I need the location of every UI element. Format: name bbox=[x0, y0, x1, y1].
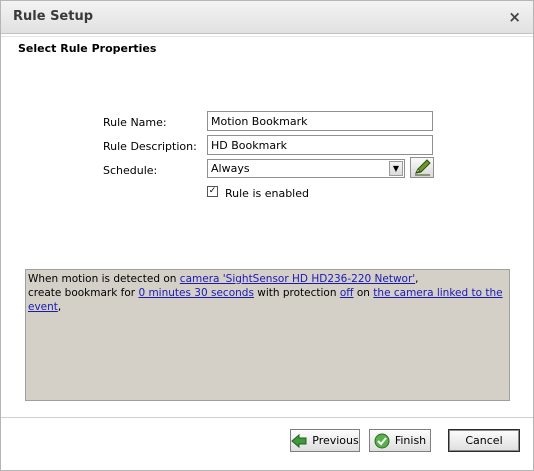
summary-text: on bbox=[353, 287, 374, 299]
previous-button[interactable]: Previous bbox=[290, 429, 360, 452]
schedule-selected-value: Always bbox=[211, 162, 250, 175]
summary-text: , bbox=[415, 273, 419, 285]
cancel-label: Cancel bbox=[465, 434, 503, 447]
check-circle-icon bbox=[374, 433, 390, 448]
close-icon[interactable]: × bbox=[508, 9, 521, 25]
rule-description-input[interactable] bbox=[207, 135, 433, 155]
rule-enabled-label: Rule is enabled bbox=[225, 187, 309, 200]
rule-name-input[interactable] bbox=[207, 111, 433, 131]
pencil-icon bbox=[415, 159, 431, 176]
finish-label: Finish bbox=[394, 434, 427, 447]
divider bbox=[1, 36, 533, 37]
schedule-select[interactable]: Always ▼ bbox=[207, 159, 405, 178]
rule-enabled-checkbox[interactable]: ✓ bbox=[207, 186, 218, 197]
divider bbox=[1, 417, 533, 418]
schedule-label: Schedule: bbox=[103, 164, 158, 177]
rule-summary-panel: When motion is detected on camera 'Sight… bbox=[25, 269, 510, 401]
dialog-title: Rule Setup bbox=[13, 9, 94, 24]
finish-button[interactable]: Finish bbox=[369, 429, 431, 452]
summary-text: , bbox=[57, 301, 62, 313]
previous-label: Previous bbox=[312, 434, 359, 447]
protection-link[interactable]: off bbox=[340, 287, 354, 299]
duration-link[interactable]: 0 minutes 30 seconds bbox=[138, 287, 253, 299]
arrow-left-icon bbox=[291, 433, 307, 448]
chevron-down-icon[interactable]: ▼ bbox=[389, 161, 403, 176]
rule-description-label: Rule Description: bbox=[103, 140, 197, 153]
edit-schedule-button[interactable] bbox=[410, 157, 434, 178]
summary-text: When motion is detected on bbox=[28, 273, 180, 285]
rule-setup-dialog: Rule Setup × Select Rule Properties Rule… bbox=[0, 0, 534, 471]
summary-text: with protection bbox=[253, 287, 340, 299]
title-bar[interactable]: Rule Setup × bbox=[1, 1, 533, 34]
camera-link[interactable]: camera 'SightSensor HD HD236-220 Networ' bbox=[180, 273, 415, 285]
cancel-button[interactable]: Cancel bbox=[448, 429, 520, 452]
section-heading: Select Rule Properties bbox=[18, 42, 157, 55]
summary-text: create bookmark for bbox=[28, 287, 139, 299]
rule-name-label: Rule Name: bbox=[103, 116, 167, 129]
